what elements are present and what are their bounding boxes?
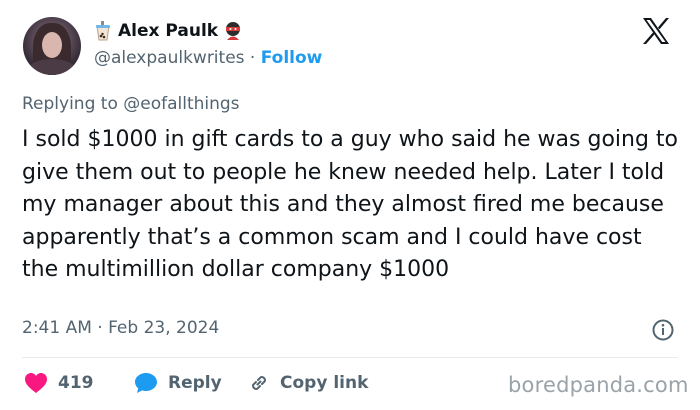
author-name[interactable]: Alex Paulk	[118, 21, 218, 41]
avatar-face	[42, 32, 62, 58]
like-button[interactable]: 419	[24, 372, 124, 394]
heart-icon	[24, 372, 48, 394]
copy-link-button[interactable]: Copy link	[248, 372, 368, 394]
info-icon[interactable]	[651, 318, 675, 342]
author-handle[interactable]: @alexpaulkwrites	[94, 48, 245, 68]
author-name-row: Alex Paulk	[94, 19, 242, 43]
reply-button[interactable]: Reply	[134, 372, 242, 394]
replying-to-prefix: Replying to	[22, 94, 118, 114]
author-handle-row: @alexpaulkwrites · Follow	[94, 48, 322, 68]
link-icon	[248, 372, 270, 394]
speech-bubble-icon	[134, 372, 158, 394]
avatar[interactable]	[23, 17, 81, 75]
divider	[22, 357, 678, 358]
like-count: 419	[58, 373, 94, 393]
reply-label: Reply	[168, 373, 222, 393]
watermark: boredpanda.com	[508, 373, 689, 397]
replying-to: Replying to @eofallthings	[22, 94, 240, 114]
reply-mention-link[interactable]: @eofallthings	[123, 94, 239, 114]
handle-separator: ·	[249, 48, 256, 68]
copy-link-label: Copy link	[280, 373, 369, 393]
tweet-timestamp[interactable]: 2:41 AM · Feb 23, 2024	[22, 318, 219, 338]
follow-button[interactable]: Follow	[261, 48, 323, 68]
action-bar: 419 Reply Copy link	[24, 370, 368, 396]
x-logo-icon[interactable]	[641, 16, 671, 46]
tweet-text: I sold $1000 in gift cards to a guy who …	[22, 127, 679, 282]
bubble-tea-icon	[94, 21, 112, 41]
ninja-icon	[224, 21, 242, 41]
